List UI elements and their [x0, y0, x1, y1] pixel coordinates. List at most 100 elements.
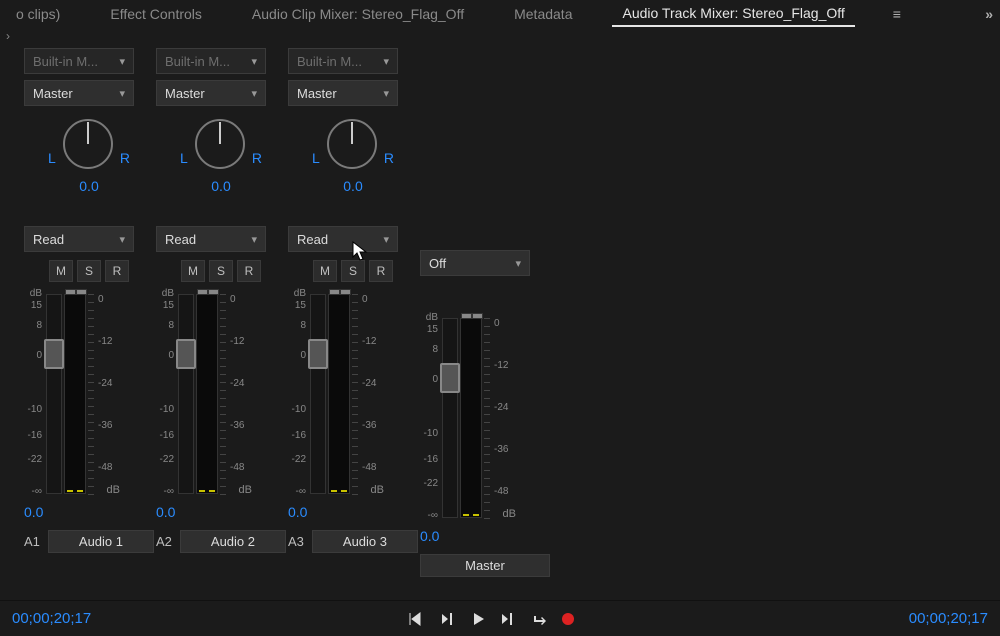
- level-meter: [196, 294, 218, 494]
- overflow-icon[interactable]: »: [985, 6, 994, 22]
- automation-dropdown[interactable]: Read▾: [288, 226, 398, 252]
- level-meter: [328, 294, 350, 494]
- scale-label: -22: [424, 478, 438, 489]
- level-meter: [64, 294, 86, 494]
- channel-name[interactable]: Audio 1: [48, 530, 154, 553]
- automation-dropdown-label: Read: [33, 232, 64, 247]
- pan-knob-group: LR0.0: [24, 116, 154, 194]
- panel-menu-icon[interactable]: ≡: [893, 6, 901, 22]
- tab-effect-controls[interactable]: Effect Controls: [100, 2, 212, 26]
- output-dropdown-label: Master: [297, 86, 337, 101]
- output-dropdown-label: Master: [33, 86, 73, 101]
- tab-audio-clip-mixer[interactable]: Audio Clip Mixer: Stereo_Flag_Off: [242, 2, 474, 26]
- chevron-right-icon[interactable]: ›: [6, 29, 10, 43]
- record-enable-button[interactable]: R: [105, 260, 129, 282]
- scale-label: 8: [300, 320, 306, 331]
- record-enable-button[interactable]: R: [237, 260, 261, 282]
- pan-r-label: R: [116, 150, 134, 172]
- fader-meter-block: dB1580-10-16-22-∞0-12-24-36-48dB: [420, 318, 550, 528]
- scale-label: dB: [294, 288, 306, 299]
- solo-button[interactable]: S: [77, 260, 101, 282]
- scale-label: -16: [292, 430, 306, 441]
- send-dropdown[interactable]: Built-in M... ▾: [156, 48, 266, 74]
- tab-audio-track-mixer[interactable]: Audio Track Mixer: Stereo_Flag_Off: [612, 1, 854, 27]
- mute-button[interactable]: M: [313, 260, 337, 282]
- timecode-left[interactable]: 00;00;20;17: [12, 610, 91, 627]
- db-label: dB: [239, 484, 252, 496]
- output-dropdown[interactable]: Master ▾: [288, 80, 398, 106]
- channel-name[interactable]: Master: [420, 554, 550, 577]
- send-dropdown-label: Built-in M...: [297, 54, 362, 69]
- chevron-down-icon: ▾: [251, 55, 257, 68]
- fader-scale: dB1580-10-16-22-∞: [420, 318, 440, 518]
- loop-button[interactable]: [532, 612, 548, 626]
- solo-button[interactable]: S: [209, 260, 233, 282]
- volume-value[interactable]: 0.0: [156, 504, 175, 520]
- play-button[interactable]: [472, 612, 486, 626]
- record-button[interactable]: [562, 613, 574, 625]
- meter-clip-indicator[interactable]: [65, 289, 87, 295]
- volume-fader[interactable]: [178, 294, 194, 494]
- scale-label: 0: [230, 294, 236, 305]
- meter-clip-indicator[interactable]: [461, 313, 483, 319]
- automation-dropdown[interactable]: Read▾: [24, 226, 134, 252]
- scale-label: 15: [295, 300, 306, 311]
- pan-knob[interactable]: [324, 116, 380, 172]
- send-dropdown[interactable]: Built-in M...▾: [24, 48, 134, 74]
- chevron-down-icon: ▾: [383, 87, 389, 100]
- channel-name-row: A2Audio 2: [156, 530, 286, 553]
- scale-label: -10: [292, 404, 306, 415]
- record-enable-button[interactable]: R: [369, 260, 393, 282]
- channel-name[interactable]: Audio 2: [180, 530, 286, 553]
- channel-name-row: A3Audio 3: [288, 530, 418, 553]
- step-forward-button[interactable]: [500, 612, 518, 626]
- solo-button[interactable]: S: [341, 260, 365, 282]
- fader-handle[interactable]: [440, 363, 460, 393]
- scale-label: dB: [30, 288, 42, 299]
- scale-label: 0: [36, 350, 42, 361]
- fader-handle[interactable]: [44, 339, 64, 369]
- output-dropdown[interactable]: Master ▾: [24, 80, 134, 106]
- tab-metadata[interactable]: Metadata: [504, 2, 582, 26]
- fader-handle[interactable]: [176, 339, 196, 369]
- automation-dropdown[interactable]: Read▾: [156, 226, 266, 252]
- mute-button[interactable]: M: [181, 260, 205, 282]
- pan-value[interactable]: 0.0: [211, 178, 230, 194]
- scale-label: -12: [230, 336, 244, 347]
- scale-label: -16: [28, 430, 42, 441]
- transport-bar: 00;00;20;17 00;00;20;17: [0, 600, 1000, 636]
- scale-label: -∞: [296, 486, 306, 497]
- go-to-in-button[interactable]: [408, 612, 426, 626]
- send-dropdown-label: Built-in M...: [165, 54, 230, 69]
- automation-dropdown[interactable]: Off▾: [420, 250, 530, 276]
- volume-value[interactable]: 0.0: [288, 504, 307, 520]
- fader-handle[interactable]: [308, 339, 328, 369]
- volume-fader[interactable]: [442, 318, 458, 518]
- volume-value[interactable]: 0.0: [420, 528, 439, 544]
- fader-scale: dB1580-10-16-22-∞: [24, 294, 44, 494]
- meter-clip-indicator[interactable]: [197, 289, 219, 295]
- scale-label: -∞: [428, 510, 438, 521]
- chevron-down-icon: ▾: [251, 233, 257, 246]
- pan-value[interactable]: 0.0: [343, 178, 362, 194]
- scale-label: -22: [160, 454, 174, 465]
- fader-scale: dB1580-10-16-22-∞: [156, 294, 176, 494]
- send-dropdown[interactable]: Built-in M...▾: [288, 48, 398, 74]
- chevron-down-icon: ▾: [119, 87, 125, 100]
- step-back-button[interactable]: [440, 612, 458, 626]
- mixer-panel: Built-in M...▾Master▾LR0.0Read▾MSRdB1580…: [0, 44, 1000, 577]
- meter-clip-indicator[interactable]: [329, 289, 351, 295]
- volume-fader[interactable]: [310, 294, 326, 494]
- volume-fader[interactable]: [46, 294, 62, 494]
- pan-knob[interactable]: [192, 116, 248, 172]
- mute-button[interactable]: M: [49, 260, 73, 282]
- pan-value[interactable]: 0.0: [79, 178, 98, 194]
- pan-knob[interactable]: [60, 116, 116, 172]
- volume-value[interactable]: 0.0: [24, 504, 43, 520]
- scale-label: -48: [494, 486, 508, 497]
- channel-name[interactable]: Audio 3: [312, 530, 418, 553]
- chevron-down-icon: ▾: [515, 257, 521, 270]
- output-dropdown[interactable]: Master▾: [156, 80, 266, 106]
- tab-no-clips[interactable]: o clips): [6, 2, 70, 26]
- timecode-right[interactable]: 00;00;20;17: [909, 610, 988, 627]
